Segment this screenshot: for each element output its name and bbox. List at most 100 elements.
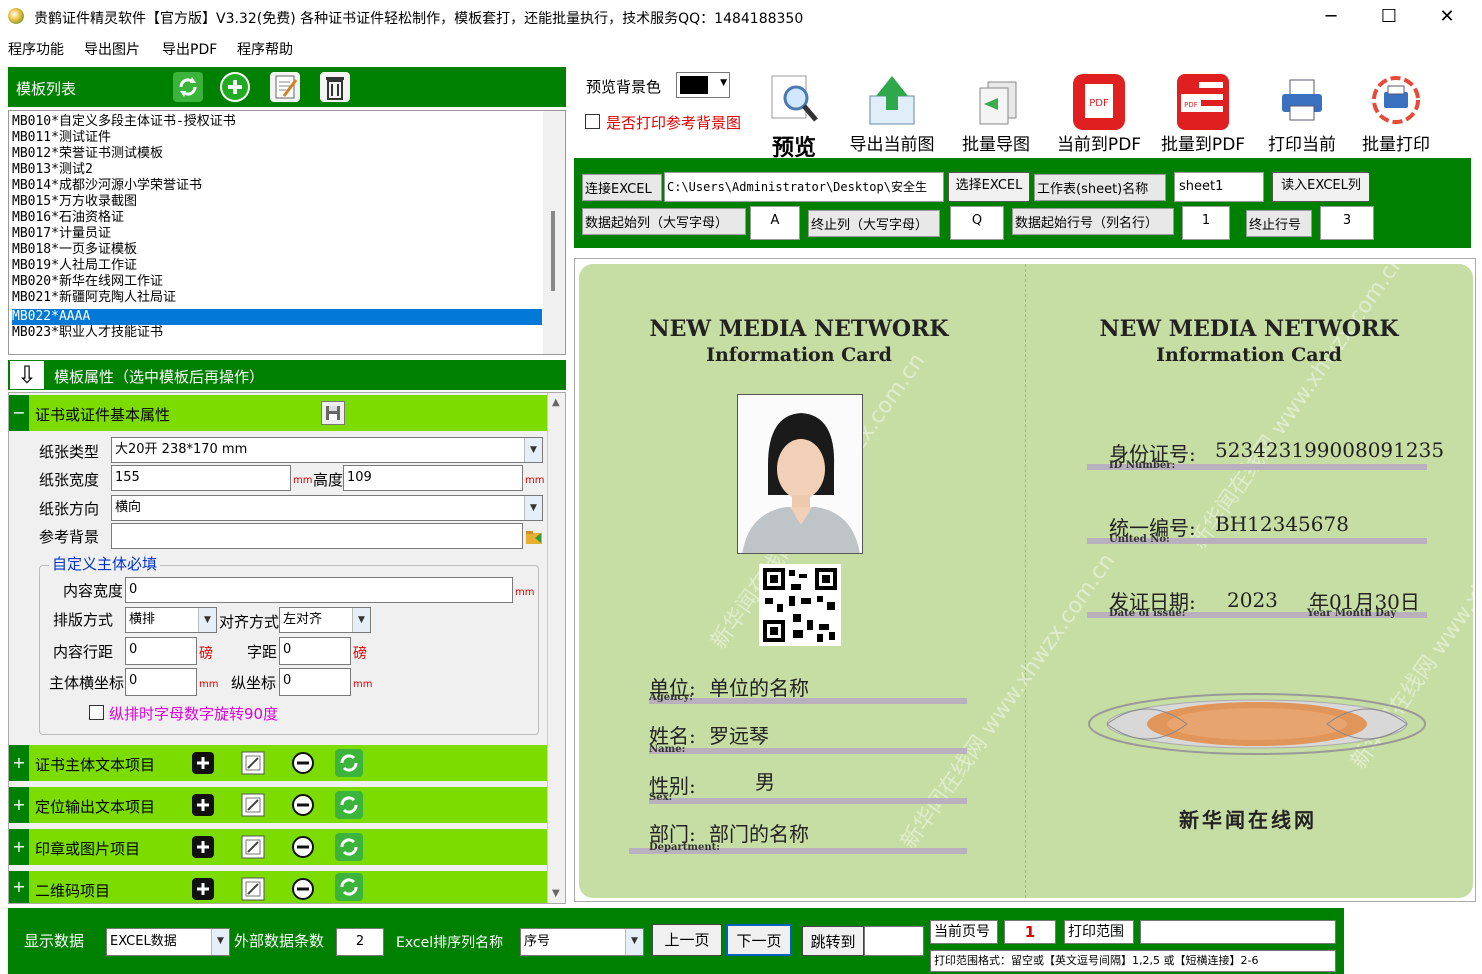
orientation-select[interactable]: 横向 ▼ — [111, 495, 543, 521]
save-icon[interactable] — [321, 401, 345, 425]
chevron-down-icon[interactable]: ▼ — [352, 608, 370, 632]
chevron-down-icon[interactable]: ▼ — [198, 608, 216, 632]
remove-item-icon[interactable] — [291, 835, 315, 859]
list-item[interactable]: MB018*一页多证模板 — [12, 242, 542, 258]
next-page-button[interactable]: 下一页 — [726, 924, 792, 956]
bg-color-picker[interactable]: ▼ — [676, 72, 730, 98]
list-item[interactable]: MB014*成都沙河源小学荣誉证书 — [12, 178, 542, 194]
expand-icon[interactable]: + — [9, 745, 29, 781]
layout-select[interactable]: 横排 ▼ — [125, 607, 217, 633]
list-item[interactable]: MB019*人社局工作证 — [12, 258, 542, 274]
batch-to-pdf-button[interactable]: PDF 批量到PDF — [1158, 74, 1248, 155]
chevron-down-icon[interactable]: ▼ — [524, 496, 542, 520]
maximize-button[interactable]: ☐ — [1376, 6, 1402, 28]
section-qrcode[interactable]: + 二维码项目 — [9, 871, 547, 903]
list-item[interactable]: MB020*新华在线网工作证 — [12, 274, 542, 290]
read-excel-columns-button[interactable]: 读入EXCEL列 — [1272, 172, 1370, 202]
edit-item-icon[interactable] — [241, 793, 265, 817]
edit-item-icon[interactable] — [241, 877, 265, 901]
menu-program[interactable]: 程序功能 — [8, 39, 64, 59]
list-item[interactable]: MB021*新疆阿克陶人社局证 — [12, 290, 542, 306]
display-data-select[interactable]: EXCEL数据 ▼ — [106, 928, 230, 956]
jump-to-input[interactable] — [864, 926, 924, 956]
refresh-icon[interactable] — [335, 749, 363, 777]
scroll-up-icon[interactable]: ▲ — [552, 397, 560, 408]
folder-icon[interactable] — [525, 529, 543, 545]
sheet-name-input[interactable]: sheet1 — [1174, 172, 1264, 202]
batch-print-button[interactable]: 批量打印 — [1354, 74, 1438, 155]
add-item-icon[interactable] — [191, 751, 215, 775]
expand-icon[interactable]: + — [9, 787, 29, 823]
menu-export-pdf[interactable]: 导出PDF — [162, 39, 217, 59]
print-current-button[interactable]: 打印当前 — [1264, 74, 1340, 155]
print-ref-checkbox[interactable] — [585, 114, 600, 129]
char-spacing-input[interactable]: 0 — [279, 637, 351, 665]
y-coord-input[interactable]: 0 — [279, 668, 351, 696]
edit-item-icon[interactable] — [241, 751, 265, 775]
expand-icon[interactable]: + — [9, 871, 29, 903]
end-col-input[interactable]: Q — [950, 206, 1004, 240]
list-item[interactable]: MB011*测试证件 — [12, 130, 542, 146]
list-item[interactable]: MB017*计量员证 — [12, 226, 542, 242]
rotate-checkbox[interactable] — [89, 705, 104, 720]
remove-item-icon[interactable] — [291, 751, 315, 775]
current-to-pdf-button[interactable]: PDF 当前到PDF — [1054, 74, 1144, 155]
paper-height-input[interactable]: 109 — [343, 465, 523, 491]
list-item[interactable]: MB015*万方收录截图 — [12, 194, 542, 210]
list-item[interactable]: MB012*荣誉证书测试模板 — [12, 146, 542, 162]
refresh-icon[interactable] — [335, 873, 363, 901]
start-row-input[interactable]: 1 — [1182, 206, 1230, 240]
edit-item-icon[interactable] — [241, 835, 265, 859]
list-item-selected[interactable]: MB022*AAAA — [12, 309, 542, 325]
print-range-input[interactable] — [1140, 920, 1336, 944]
select-excel-button[interactable]: 选择EXCEL — [948, 172, 1030, 202]
remove-item-icon[interactable] — [291, 877, 315, 901]
expand-icon[interactable]: + — [9, 829, 29, 865]
list-item[interactable]: MB010*自定义多段主体证书-授权证书 — [12, 114, 542, 130]
end-row-input[interactable]: 3 — [1320, 206, 1374, 240]
scroll-down-icon[interactable]: ▼ — [552, 888, 560, 899]
props-scrollbar[interactable]: ▲ ▼ — [547, 393, 565, 903]
section-position-text[interactable]: + 定位输出文本项目 — [9, 787, 547, 823]
paper-width-input[interactable]: 155 — [111, 465, 291, 491]
preview-button[interactable]: 预览 — [764, 74, 824, 162]
remove-item-icon[interactable] — [291, 793, 315, 817]
certificate-preview[interactable]: 新华闻在线网 www.xhwzx.com.cn 新华闻在线网 www.xhwzx… — [574, 258, 1476, 902]
chevron-down-icon[interactable]: ▼ — [625, 929, 643, 955]
scrollbar-thumb[interactable] — [551, 211, 555, 291]
section-main-text[interactable]: + 证书主体文本项目 — [9, 745, 547, 781]
add-item-icon[interactable] — [191, 793, 215, 817]
list-item[interactable]: MB016*石油资格证 — [12, 210, 542, 226]
export-current-button[interactable]: 导出当前图 — [846, 74, 938, 155]
chevron-down-icon[interactable]: ▼ — [524, 438, 542, 462]
basic-props-section[interactable]: − 证书或证件基本属性 — [9, 395, 547, 431]
edit-icon[interactable] — [270, 72, 300, 102]
refresh-icon[interactable] — [335, 791, 363, 819]
chevron-down-icon[interactable]: ▼ — [720, 78, 727, 88]
external-count-input[interactable]: 2 — [336, 928, 384, 956]
list-item[interactable]: MB023*职业人才技能证书 — [12, 325, 542, 341]
line-spacing-input[interactable]: 0 — [125, 637, 197, 665]
minimize-button[interactable]: ─ — [1318, 6, 1344, 28]
align-select[interactable]: 左对齐 ▼ — [279, 607, 371, 633]
collapse-icon[interactable]: − — [9, 395, 29, 431]
menu-export-image[interactable]: 导出图片 — [84, 39, 140, 59]
list-item[interactable]: MB013*测试2 — [12, 162, 542, 178]
content-width-input[interactable]: 0 — [125, 577, 513, 603]
start-col-input[interactable]: A — [750, 206, 800, 240]
prev-page-button[interactable]: 上一页 — [652, 924, 722, 956]
menu-help[interactable]: 程序帮助 — [237, 39, 293, 59]
section-seal-image[interactable]: + 印章或图片项目 — [9, 829, 547, 865]
chevron-down-icon[interactable]: ▼ — [211, 929, 229, 955]
close-button[interactable]: ✕ — [1434, 6, 1460, 28]
batch-export-image-button[interactable]: 批量导图 — [954, 74, 1038, 155]
delete-icon[interactable] — [320, 72, 350, 102]
paper-type-select[interactable]: 大20开 238*170 mm ▼ — [111, 437, 543, 463]
excel-path-input[interactable]: C:\Users\Administrator\Desktop\安全生 — [664, 172, 944, 202]
template-list-scrollbar[interactable] — [543, 111, 565, 354]
ref-bg-input[interactable] — [111, 523, 523, 549]
add-item-icon[interactable] — [191, 877, 215, 901]
sort-column-select[interactable]: 序号 ▼ — [520, 928, 644, 956]
jump-to-button[interactable]: 跳转到 — [802, 926, 864, 956]
template-list[interactable]: MB010*自定义多段主体证书-授权证书 MB011*测试证件 MB012*荣誉… — [8, 110, 566, 355]
